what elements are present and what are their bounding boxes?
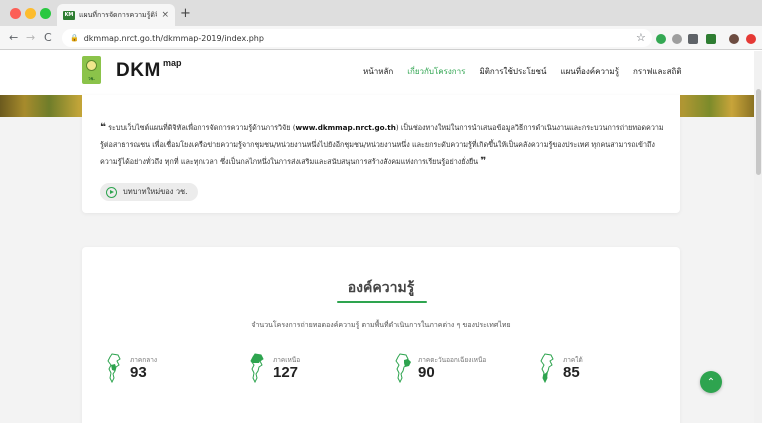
quote-site-link: www.dkmmap.nrct.go.th: [295, 123, 396, 132]
main-nav: หน้าหลัก เกี่ยวกับโครงการ มิติการใช้ประโ…: [363, 65, 682, 78]
extension-sheet-icon[interactable]: [706, 34, 716, 44]
intro-quote: ❝ ระบบเว็บไซต์แผนที่ดิจิทัลเพื่อการจัดกา…: [100, 119, 665, 170]
reload-icon[interactable]: C: [44, 31, 52, 44]
seal-icon: [86, 60, 97, 71]
title-underline: [337, 301, 427, 303]
nav-charts-stats[interactable]: กราฟและสถิติ: [633, 65, 682, 78]
logo-main-text: DKM: [116, 60, 161, 81]
lock-icon: 🔒: [70, 34, 79, 42]
url-text: dkmmap.nrct.go.th/dkmmap-2019/index.php: [83, 33, 264, 43]
url-input[interactable]: 🔒 dkmmap.nrct.go.th/dkmmap-2019/index.ph…: [62, 29, 652, 47]
new-tab-button[interactable]: +: [180, 6, 191, 21]
play-icon: [106, 186, 117, 198]
back-arrow-icon[interactable]: ←: [9, 31, 18, 44]
tab-title: แผนที่การจัดการความรู้ดิจิทัล::DK: [79, 10, 158, 19]
knowledge-title: องค์ความรู้: [347, 280, 415, 296]
logo-map-text: map: [163, 58, 182, 68]
browser-tab[interactable]: KM แผนที่การจัดการความรู้ดิจิทัล::DK ×: [57, 4, 175, 26]
rice-field-banner-right: [680, 95, 754, 117]
region-stat-north[interactable]: ภาคเหนือ 127: [247, 352, 337, 388]
bookmark-star-icon[interactable]: ☆: [636, 31, 646, 44]
rice-field-banner-left: [0, 95, 82, 117]
nav-usage-dimension[interactable]: มิติการใช้ประโยชน์: [479, 65, 546, 78]
quote-prefix: ระบบเว็บไซต์แผนที่ดิจิทัลเพื่อการจัดการค…: [108, 123, 296, 132]
page-scrollbar[interactable]: [754, 51, 762, 423]
site-header: วช. DKM map หน้าหลัก เกี่ยวกับโครงการ มิ…: [0, 51, 754, 95]
thailand-north-map-icon: [250, 353, 264, 384]
maximize-window-button[interactable]: [40, 8, 51, 19]
close-tab-icon[interactable]: ×: [161, 10, 169, 20]
region-count: 127: [273, 364, 299, 381]
region-count: 90: [418, 364, 435, 381]
nav-knowledge-map[interactable]: แผนที่องค์ความรู้: [560, 65, 619, 78]
region-count: 85: [563, 364, 580, 381]
km-favicon-icon: KM: [63, 10, 75, 20]
minimize-window-button[interactable]: [25, 8, 36, 19]
scroll-to-top-button[interactable]: ⌃: [700, 371, 722, 393]
thailand-central-map-icon: [107, 353, 121, 384]
chevron-up-icon: ⌃: [706, 376, 716, 388]
nav-about[interactable]: เกี่ยวกับโครงการ: [407, 65, 465, 78]
extension-red-icon[interactable]: [746, 34, 756, 44]
video-button-label: บทบาทใหม่ของ วช.: [123, 187, 188, 196]
dkm-logo[interactable]: DKM: [116, 60, 161, 82]
extension-gray-icon[interactable]: [672, 34, 682, 44]
new-role-video-button[interactable]: บทบาทใหม่ของ วช.: [100, 183, 198, 201]
intro-card: ❝ ระบบเว็บไซต์แผนที่ดิจิทัลเพื่อการจัดกา…: [82, 95, 680, 213]
open-quote-icon: ❝: [100, 122, 106, 133]
region-stat-south[interactable]: ภาคใต้ 85: [537, 352, 627, 388]
knowledge-card: องค์ความรู้ จำนวนโครงการถ่ายทอดองค์ความร…: [82, 247, 680, 423]
scrollbar-thumb[interactable]: [756, 89, 761, 175]
close-quote-icon: ❞: [480, 156, 487, 167]
nrct-logo-badge[interactable]: วช.: [82, 56, 101, 84]
logo-badge-text: วช.: [88, 76, 95, 81]
browser-tab-bar: KM แผนที่การจัดการความรู้ดิจิทัล::DK × +: [0, 0, 762, 26]
close-window-button[interactable]: [10, 8, 21, 19]
knowledge-subtitle: จำนวนโครงการถ่ายทอดองค์ความรู้ ตามพื้นที…: [251, 321, 511, 329]
region-stat-northeast[interactable]: ภาคตะวันออกเฉียงเหนือ 90: [392, 352, 486, 388]
region-stat-central[interactable]: ภาคกลาง 93: [104, 352, 194, 388]
extension-screen-icon[interactable]: [688, 34, 698, 44]
thailand-south-map-icon: [540, 353, 554, 384]
forward-arrow-icon[interactable]: →: [26, 31, 35, 44]
page-viewport: วช. DKM map หน้าหลัก เกี่ยวกับโครงการ มิ…: [0, 51, 762, 423]
profile-avatar[interactable]: [729, 34, 739, 44]
extension-green-icon[interactable]: [656, 34, 666, 44]
address-bar: ← → C 🔒 dkmmap.nrct.go.th/dkmmap-2019/in…: [0, 26, 762, 50]
thailand-northeast-map-icon: [395, 353, 411, 384]
region-count: 93: [130, 364, 147, 381]
nav-home[interactable]: หน้าหลัก: [363, 65, 393, 78]
